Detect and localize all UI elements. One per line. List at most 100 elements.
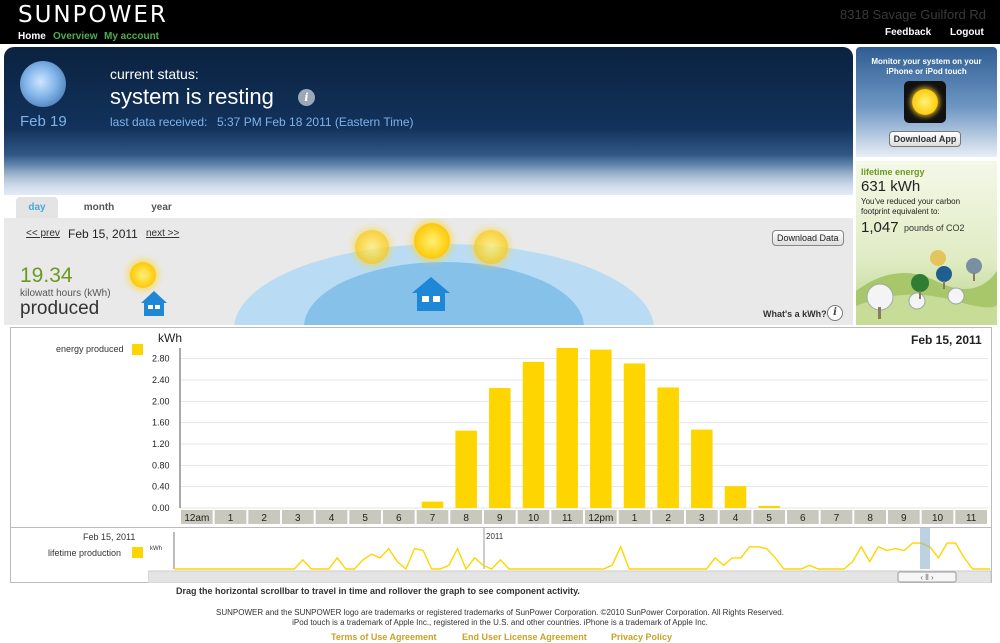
- x-tick-label: 5: [362, 513, 368, 524]
- bar: [455, 430, 477, 508]
- bar: [489, 388, 511, 508]
- bar: [691, 429, 713, 508]
- carbon-footprint-text: You've reduced your carbon footprint equ…: [861, 197, 961, 216]
- feedback-link[interactable]: Feedback: [885, 27, 931, 38]
- whats-kwh-link[interactable]: What's a kWh?: [763, 309, 827, 319]
- y-tick-label: 1.60: [152, 418, 170, 428]
- bar: [724, 486, 747, 508]
- sun-icon: [474, 230, 508, 264]
- chart-date: Feb 15, 2011: [911, 333, 982, 347]
- y-axis-label: kWh: [158, 331, 182, 345]
- x-tick-label: 8: [867, 513, 873, 524]
- house-icon: [412, 277, 450, 311]
- x-tick-label: 11: [562, 513, 573, 524]
- x-tick-label: 8: [463, 513, 469, 524]
- bar: [623, 363, 646, 508]
- mobile-app-promo: Monitor your system on your iPhone or iP…: [856, 47, 997, 157]
- x-tick-label: 10: [528, 513, 540, 524]
- legend-lifetime-production: lifetime production: [48, 548, 122, 558]
- info-icon[interactable]: i: [298, 89, 315, 106]
- x-tick-label: 9: [497, 513, 503, 524]
- nav-home[interactable]: Home: [18, 31, 46, 42]
- selected-date: Feb 15, 2011: [68, 227, 138, 241]
- energy-chart-panel: energy produced kWh 0.00 0.40 0.80 1.20 1.60 2…: [10, 327, 992, 583]
- status-date: Feb 19: [20, 113, 67, 130]
- next-day-link[interactable]: next >>: [146, 228, 179, 239]
- x-tick-label: 1: [632, 513, 638, 524]
- kwh-value: 19.34: [20, 264, 73, 287]
- y-tick-label: 0.40: [152, 482, 170, 492]
- info-icon[interactable]: i: [827, 305, 843, 321]
- sunpower-logo[interactable]: SUNPOWER: [18, 2, 168, 28]
- x-tick-label: 6: [396, 513, 402, 524]
- eula-link[interactable]: End User License Agreement: [462, 632, 587, 642]
- last-data-value: 5:37 PM Feb 18 2011 (Eastern Time): [217, 115, 414, 129]
- sun-icon: [912, 89, 938, 115]
- mini-y-label: kWh: [150, 546, 162, 552]
- lifetime-energy-panel: lifetime energy 631 kWh You've reduced y…: [856, 161, 997, 325]
- download-data-button[interactable]: Download Data: [772, 230, 844, 246]
- tab-year[interactable]: year: [134, 197, 189, 218]
- x-tick-label: 1: [228, 513, 234, 524]
- horizon-haze: [4, 155, 853, 195]
- y-tick-label: 2.40: [152, 375, 170, 385]
- sun-icon: [414, 223, 450, 259]
- nav-overview[interactable]: Overview: [53, 31, 97, 42]
- mobile-app-text: Monitor your system on your iPhone or iP…: [871, 57, 982, 76]
- y-tick-label: 0.00: [152, 503, 170, 513]
- download-app-button[interactable]: Download App: [889, 131, 961, 147]
- status-value: system is resting: [110, 84, 274, 109]
- privacy-policy-link[interactable]: Privacy Policy: [611, 632, 672, 642]
- x-tick-label: 10: [932, 513, 944, 524]
- bar: [590, 349, 612, 508]
- x-tick-label: 2: [261, 513, 267, 524]
- x-tick-label: 4: [329, 513, 335, 524]
- terms-of-use-link[interactable]: Terms of Use Agreement: [331, 632, 437, 642]
- house-icon: [141, 291, 167, 316]
- lifetime-production-chart[interactable]: kWh 2011 ‹ ⦀ ›: [148, 528, 991, 583]
- day-panel: << prev Feb 15, 2011 next >> Download Da…: [4, 218, 853, 325]
- app-icon[interactable]: [904, 81, 946, 123]
- lifetime-date: Feb 15, 2011: [83, 532, 136, 542]
- sun-icon: [355, 230, 389, 264]
- footer-trademark: iPod touch is a trademark of Apple Inc.,…: [292, 618, 708, 627]
- logout-link[interactable]: Logout: [950, 27, 984, 38]
- legend-energy-produced: energy produced: [56, 344, 124, 354]
- bar: [522, 361, 545, 508]
- scrollbar-track[interactable]: [148, 570, 991, 583]
- x-tick-label: 11: [966, 513, 977, 524]
- x-tick-label: 4: [733, 513, 739, 524]
- status-label: current status:: [110, 66, 199, 82]
- trees-illustration: [856, 250, 997, 325]
- tab-day[interactable]: day: [16, 197, 58, 218]
- x-tick-label: 7: [430, 513, 436, 524]
- scrollbar-grip-icon[interactable]: ‹ ⦀ ›: [920, 573, 934, 582]
- co2-value: 1,047: [861, 219, 899, 236]
- energy-bar-chart[interactable]: kWh 0.00 0.40 0.80 1.20 1.60 2.00 2.40 2.80 12am 1…: [148, 328, 991, 527]
- y-tick-label: 2.80: [152, 354, 170, 364]
- lifetime-energy-value: 631 kWh: [861, 178, 921, 195]
- page: SUNPOWER 8318 Savage Guilford Rd Home Ov…: [0, 0, 1000, 643]
- x-tick-label: 12pm: [588, 513, 613, 524]
- sun-icon: [130, 262, 156, 288]
- footer-copyright: SUNPOWER and the SUNPOWER logo are trade…: [216, 608, 784, 617]
- period-tabs: day month year: [4, 195, 853, 218]
- legend-swatch: [132, 344, 143, 355]
- bar: [758, 505, 780, 508]
- x-tick-label: 12am: [184, 513, 209, 524]
- selection-window[interactable]: [920, 528, 930, 569]
- year-label: 2011: [486, 532, 504, 541]
- top-bar: SUNPOWER 8318 Savage Guilford Rd Home Ov…: [0, 0, 1000, 44]
- prev-day-link[interactable]: << prev: [26, 228, 60, 239]
- chart-instructions: Drag the horizontal scrollbar to travel …: [176, 586, 580, 596]
- bar: [556, 348, 578, 508]
- y-tick-label: 0.80: [152, 460, 170, 470]
- bar: [421, 501, 444, 508]
- bar: [657, 387, 679, 508]
- last-data-label: last data received:: [110, 115, 208, 129]
- nav-my-account[interactable]: My account: [104, 31, 159, 42]
- x-tick-label: 3: [699, 513, 705, 524]
- tab-month[interactable]: month: [69, 197, 129, 218]
- lifetime-line: [174, 542, 990, 571]
- y-tick-label: 2.00: [152, 396, 170, 406]
